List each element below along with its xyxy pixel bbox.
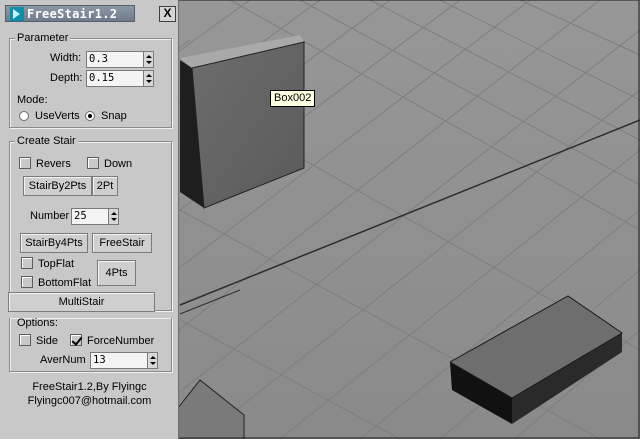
avernum-value[interactable]: 13 <box>93 354 106 367</box>
width-label: Width: <box>50 52 82 64</box>
mode-label: Mode: <box>17 94 48 106</box>
stairby2pts-button[interactable]: StairBy2Pts <box>23 176 92 196</box>
freestair-panel: FreeStair1.2 X Parameter Width: 0.3 Dept… <box>0 0 179 439</box>
width-spinner[interactable]: 0.3 <box>86 51 154 68</box>
object-tooltip: Box002 <box>270 90 316 107</box>
down-label[interactable]: Down <box>104 157 132 171</box>
topflat-checkbox[interactable] <box>21 257 33 269</box>
spinner-down-icon[interactable] <box>150 362 156 365</box>
spinner-up-icon[interactable] <box>146 74 152 77</box>
side-checkbox[interactable] <box>19 334 31 346</box>
spinner-down-icon[interactable] <box>111 218 117 221</box>
create-stair-legend: Create Stair <box>15 134 78 148</box>
close-button[interactable]: X <box>159 6 176 22</box>
options-legend: Options: <box>17 317 58 329</box>
depth-label: Depth: <box>50 72 83 84</box>
number-label: Number <box>30 210 70 222</box>
down-checkbox[interactable] <box>87 157 99 169</box>
side-label[interactable]: Side <box>36 334 58 348</box>
spinner-up-icon[interactable] <box>150 356 156 359</box>
close-icon: X <box>163 6 172 20</box>
width-spinner-arrows[interactable] <box>143 51 154 68</box>
parameter-group: Parameter Width: 0.3 Depth: 0.15 Mode: U… <box>9 31 172 128</box>
topflat-label[interactable]: TopFlat <box>38 257 74 271</box>
footer-credit: FreeStair1.2,By Flyingc <box>32 381 147 393</box>
revers-checkbox[interactable] <box>19 157 31 169</box>
mode-snap-label[interactable]: Snap <box>101 109 127 123</box>
mode-snap-radio[interactable] <box>85 111 95 121</box>
parameter-legend: Parameter <box>15 31 71 45</box>
depth-spinner-arrows[interactable] <box>143 70 154 87</box>
number-spinner-arrows[interactable] <box>108 208 119 225</box>
create-stair-group: Create Stair Revers Down StairBy2Pts 2Pt… <box>8 134 172 312</box>
forcenumber-label[interactable]: ForceNumber <box>87 334 154 348</box>
app-icon <box>10 7 24 21</box>
depth-spinner[interactable]: 0.15 <box>86 70 154 87</box>
bottomflat-label[interactable]: BottomFlat <box>38 276 91 290</box>
multistair-button[interactable]: MultiStair <box>8 292 155 312</box>
revers-label[interactable]: Revers <box>36 157 71 171</box>
title-plate: FreeStair1.2 <box>5 5 135 22</box>
footer-email: Flyingc007@hotmail.com <box>27 395 152 407</box>
spinner-up-icon[interactable] <box>111 212 117 215</box>
mode-useverts-label[interactable]: UseVerts <box>35 109 80 123</box>
width-value[interactable]: 0.3 <box>89 53 108 66</box>
avernum-spinner[interactable]: 13 <box>90 352 158 369</box>
avernum-label: AverNum <box>40 354 86 366</box>
options-group: Options: Side ForceNumber AverNum 13 <box>9 317 172 372</box>
mode-useverts-radio[interactable] <box>19 111 29 121</box>
title-bar[interactable]: FreeStair1.2 X <box>3 3 176 23</box>
number-value[interactable]: 25 <box>74 210 87 223</box>
spinner-up-icon[interactable] <box>146 55 152 58</box>
window-title: FreeStair1.2 <box>27 7 118 21</box>
number-spinner[interactable]: 25 <box>71 208 119 225</box>
bottomflat-checkbox[interactable] <box>21 276 33 288</box>
avernum-spinner-arrows[interactable] <box>147 352 158 369</box>
freestair-button[interactable]: FreeStair <box>92 233 152 253</box>
4pts-button[interactable]: 4Pts <box>97 260 136 286</box>
stairby4pts-button[interactable]: StairBy4Pts <box>20 233 88 253</box>
spinner-down-icon[interactable] <box>146 80 152 83</box>
forcenumber-checkbox[interactable] <box>70 334 82 346</box>
depth-value[interactable]: 0.15 <box>89 72 114 85</box>
spinner-down-icon[interactable] <box>146 61 152 64</box>
2pt-button[interactable]: 2Pt <box>92 176 118 196</box>
